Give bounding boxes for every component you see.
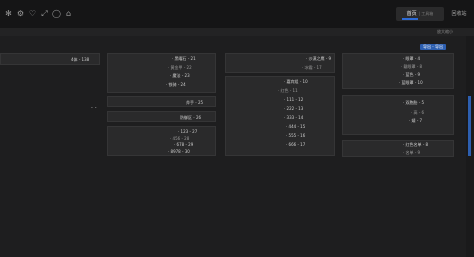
collapse-dots[interactable]: · · [91,106,97,112]
scrollbar-thumb[interactable] [468,96,471,156]
node-line: · 沙漠之鹰 - 9 [306,56,332,61]
zoom-caption[interactable]: 放大缩小 [437,28,453,36]
tab-recycle-label: 回收站 [451,11,467,17]
node-line: · 矮 - 7 [409,118,423,123]
node-line: · 铁骑 - 24 [166,82,186,87]
node-line: · 黑曜石 - 21 [172,56,196,61]
node-line: · 高 - 6 [411,110,425,115]
top-toolbar: ✻ ⚙ ♡ ⤢ ◯ ⌂ 首页 | 工具箱 回收站 [0,0,474,28]
node-line: · 8978 - 30 [168,149,190,154]
vertical-scrollbar[interactable] [466,36,474,257]
node-card[interactable]: · 沙漠之鹰 - 9 · 冰霜 - 17 [225,53,335,73]
node-card[interactable]: · 红色名单 - 8 · 名单 - 9 [342,140,454,157]
node-card[interactable]: · 123 - 27 · 456 - 28 · 678 - 29 · 8978 … [107,126,216,156]
node-line: · 456 - 28 [170,136,190,141]
sub-toolbar: 放大缩小 [0,28,474,36]
node-line: · 眼罩 - 4 [403,56,421,61]
node-line: 斧手 - 25 [186,100,204,105]
node-line: · 111 - 12 [284,97,304,102]
node-line: · 123 - 27 [178,129,198,134]
node-line: · 蓝色 - 9 [403,72,421,77]
node-card[interactable]: · 眼罩 - 4 · 戴眼罩 - 8 · 蓝色 - 9 · 蓝眼罩 - 10 [342,53,454,89]
node-line: · 黄金甲 - 22 [168,65,192,70]
node-card[interactable]: 防御区 - 26 [107,111,216,122]
node-card[interactable]: · 双胞胎 - 5 · 高 - 6 · 矮 - 7 [342,95,454,135]
node-line: · 555 - 16 [286,133,306,138]
tab-home-label: 首页 [406,11,417,17]
node-line: · 冰霜 - 17 [302,65,322,70]
node-line: · 333 - 14 [284,115,304,120]
tab-home[interactable]: 首页 | 工具箱 [396,7,444,21]
expand-icon[interactable]: ⤢ [40,9,49,18]
node-line: · 戴眼罩 - 8 [401,64,423,69]
node-card[interactable]: 斧手 - 25 [107,96,216,107]
node-line: · 嘉宾组 - 10 [284,79,308,84]
node-line: · 红色名单 - 8 [403,142,429,147]
node-line: · 678 - 29 [174,142,194,147]
node-line: 4体 - 138 [71,57,90,62]
node-line: · 666 - 17 [286,142,306,147]
node-line: · 蓝眼罩 - 10 [399,80,423,85]
sun-icon[interactable]: ✻ [4,9,13,18]
node-card[interactable]: · 嘉宾组 - 10 · 红色 - 11 · 111 - 12 · 222 - … [225,76,335,156]
tab-recycle[interactable]: 回收站 [448,7,470,21]
export-button[interactable]: 导出 - 导出 [420,44,446,50]
settings-icon[interactable]: ⚙ [16,9,25,18]
node-line: · 双胞胎 - 5 [403,100,425,105]
node-line: · 222 - 13 [284,106,304,111]
node-line: · 名单 - 9 [403,150,421,155]
heart-icon[interactable]: ♡ [28,9,37,18]
chat-icon[interactable]: ◯ [52,9,61,18]
node-line: · 魔法 - 23 [170,73,190,78]
tag-icon[interactable]: ⌂ [64,9,73,18]
node-card[interactable]: · 黑曜石 - 21 · 黄金甲 - 22 · 魔法 - 23 · 铁骑 - 2… [107,53,216,93]
node-line: · 红色 - 11 [278,88,298,93]
tab-home-sub: | 工具箱 [418,11,434,16]
node-card[interactable]: 4体 - 138 [0,53,100,65]
node-line: · 444 - 15 [286,124,306,129]
node-line: 防御区 - 26 [180,115,202,120]
